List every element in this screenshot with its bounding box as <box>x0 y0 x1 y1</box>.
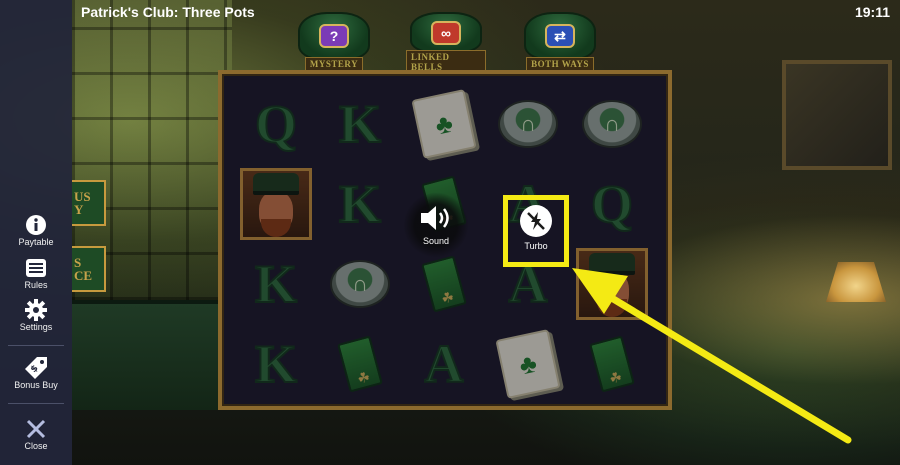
rules-button[interactable]: Rules <box>0 257 72 297</box>
info-icon <box>26 215 46 235</box>
turbo-icon <box>520 205 552 237</box>
game-title: Patrick's Club: Three Pots <box>81 4 255 20</box>
link-icon: ∞ <box>431 20 461 45</box>
stub-text: S CE <box>74 255 93 283</box>
sound-label: Sound <box>422 236 450 246</box>
turbo-button[interactable]: Turbo <box>503 195 569 261</box>
pot-label: BOTH WAYS <box>526 57 594 71</box>
close-button[interactable]: Close <box>0 418 72 458</box>
menu-divider <box>8 403 64 404</box>
pot-label: MYSTERY <box>304 57 364 71</box>
sound-button[interactable]: Sound <box>403 192 469 258</box>
rules-label: Rules <box>24 280 48 290</box>
paytable-button[interactable]: Paytable <box>0 214 72 254</box>
list-icon <box>26 259 46 277</box>
price-tag-icon: $ <box>25 357 47 379</box>
wall-painting <box>782 60 892 170</box>
table-lamp <box>826 262 886 302</box>
bonus-buy-label: Bonus Buy <box>14 380 58 390</box>
settings-button[interactable]: Settings <box>0 299 72 339</box>
title-bar: Patrick's Club: Three Pots 19:11 <box>0 0 900 24</box>
menu-divider <box>8 345 64 346</box>
settings-label: Settings <box>19 322 53 332</box>
clock: 19:11 <box>854 4 890 20</box>
turbo-label: Turbo <box>524 241 548 251</box>
gear-icon <box>25 299 47 321</box>
stub-text: US Y <box>74 189 91 217</box>
bonus-chance-stub[interactable]: S CE <box>72 246 106 292</box>
paytable-label: Paytable <box>18 237 54 247</box>
close-icon <box>26 419 46 439</box>
bonus-buy-button[interactable]: $ Bonus Buy <box>0 357 72 397</box>
close-label: Close <box>24 441 48 451</box>
speaker-icon <box>421 206 449 230</box>
side-menu: Paytable Rules Settings $ Bonus Buy Clos… <box>0 0 72 465</box>
question-icon: ? <box>319 24 349 48</box>
green-sofa <box>72 300 232 410</box>
bonus-buy-stub[interactable]: US Y <box>72 180 106 226</box>
arrows-both-ways-icon: ⇄ <box>545 24 575 48</box>
